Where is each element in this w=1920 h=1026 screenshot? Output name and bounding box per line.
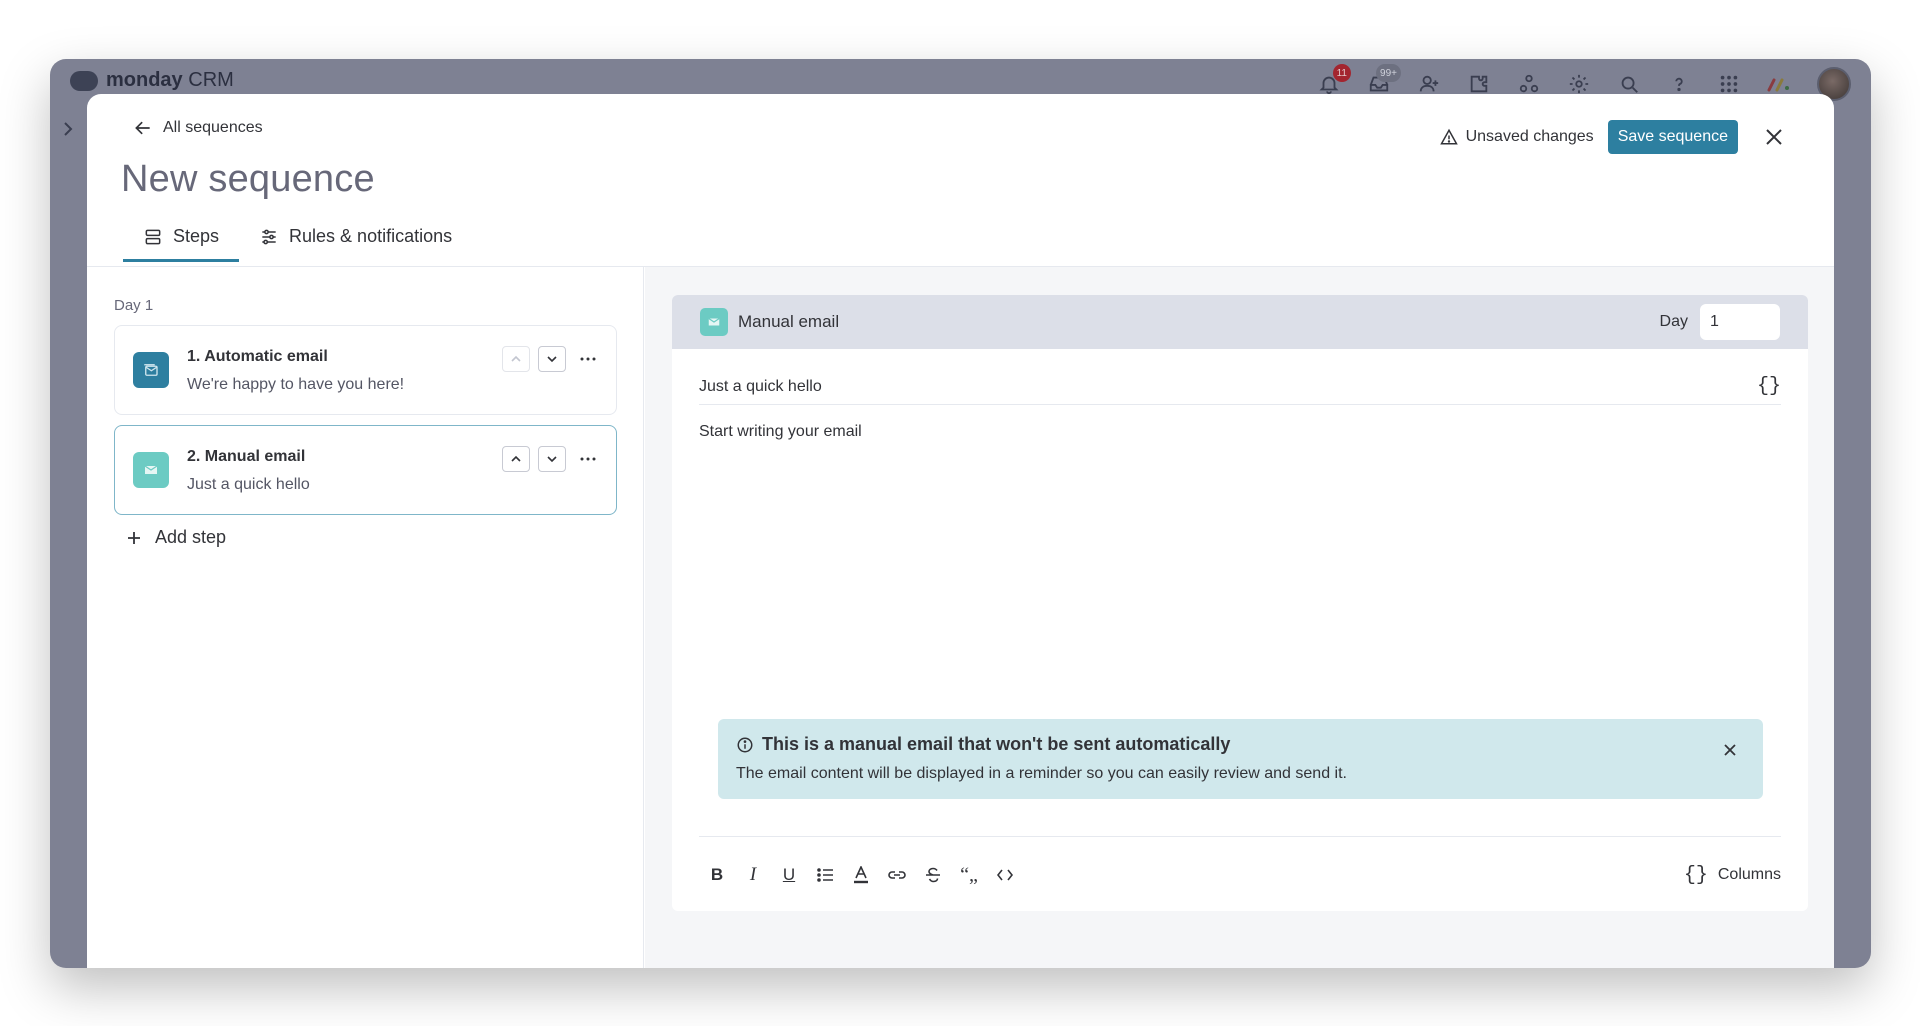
header-actions: Unsaved changes Save sequence bbox=[1439, 120, 1790, 154]
strikethrough-icon[interactable] bbox=[915, 859, 951, 891]
more-icon bbox=[580, 457, 596, 461]
apps-puzzle-icon[interactable] bbox=[1467, 72, 1491, 96]
email-editor: Manual email Day Just a quick hello {} S… bbox=[672, 295, 1808, 911]
italic-icon[interactable]: I bbox=[735, 859, 771, 891]
monday-logo-mark bbox=[70, 70, 98, 91]
editor-header: Manual email Day bbox=[672, 295, 1808, 349]
page-title: New sequence bbox=[121, 158, 375, 200]
columns-label: Columns bbox=[1717, 866, 1781, 883]
step-card-manual-email[interactable]: 2. Manual email Just a quick hello bbox=[114, 425, 617, 515]
close-icon bbox=[1766, 129, 1782, 145]
step-actions bbox=[502, 346, 602, 372]
chevron-up-icon bbox=[511, 455, 521, 462]
manual-email-icon bbox=[133, 452, 169, 488]
add-step-button[interactable]: Add step bbox=[127, 527, 226, 548]
subject-field[interactable]: Just a quick hello bbox=[699, 378, 822, 396]
close-icon bbox=[1724, 744, 1736, 756]
steps-panel: Day 1 1. Automatic email We're happy to … bbox=[87, 267, 644, 968]
sequence-modal: All sequences New sequence Unsaved chang… bbox=[87, 94, 1834, 968]
warning-icon bbox=[1439, 128, 1458, 145]
tab-rules-label: Rules & notifications bbox=[289, 226, 453, 246]
day-input[interactable] bbox=[1700, 304, 1780, 340]
tab-steps[interactable]: Steps bbox=[123, 216, 240, 262]
move-up-button[interactable] bbox=[502, 346, 530, 372]
move-down-button[interactable] bbox=[538, 446, 566, 472]
banner-close-button[interactable] bbox=[1721, 741, 1739, 759]
chevron-down-icon bbox=[547, 456, 557, 463]
toolbar-divider bbox=[699, 836, 1781, 837]
inbox-badge: 99+ bbox=[1376, 64, 1401, 82]
add-step-label: Add step bbox=[155, 527, 227, 547]
more-icon bbox=[580, 357, 596, 361]
apps-grid-icon[interactable] bbox=[1717, 72, 1741, 96]
underline-icon[interactable]: U bbox=[771, 859, 807, 891]
move-down-button[interactable] bbox=[538, 346, 566, 372]
back-link-label: All sequences bbox=[163, 119, 263, 136]
logo-word: monday bbox=[106, 69, 183, 91]
step-menu-button[interactable] bbox=[574, 346, 602, 372]
back-to-sequences-link[interactable]: All sequences bbox=[133, 118, 263, 138]
banner-body: The email content will be displayed in a… bbox=[736, 765, 1347, 782]
plus-icon bbox=[128, 531, 140, 544]
day-field: Day bbox=[1660, 304, 1780, 340]
list-icon bbox=[145, 229, 161, 244]
monday-logo[interactable]: monday CRM bbox=[70, 69, 234, 92]
code-icon[interactable] bbox=[987, 859, 1023, 891]
editor-title: Manual email bbox=[738, 312, 840, 331]
step-card-automatic-email[interactable]: 1. Automatic email We're happy to have y… bbox=[114, 325, 617, 415]
logo-product: CRM bbox=[188, 69, 234, 91]
insert-variable-icon[interactable]: {} bbox=[1757, 375, 1781, 398]
banner-title-text: This is a manual email that won't be sen… bbox=[762, 734, 1231, 754]
tabs: Steps Rules & notifications bbox=[123, 216, 472, 262]
integrations-icon[interactable] bbox=[1517, 72, 1541, 96]
insert-columns-button[interactable]: {} Columns bbox=[1684, 864, 1781, 887]
subject-row: Just a quick hello {} bbox=[699, 369, 1781, 405]
bullet-list-icon[interactable] bbox=[807, 859, 843, 891]
tab-rules-notifications[interactable]: Rules & notifications bbox=[239, 216, 472, 261]
settings-icon[interactable] bbox=[1567, 72, 1591, 96]
sliders-icon bbox=[262, 229, 276, 244]
notifications-badge: 11 bbox=[1332, 64, 1351, 82]
help-icon[interactable] bbox=[1667, 72, 1691, 96]
quote-icon[interactable]: “„ bbox=[951, 859, 987, 891]
automatic-email-icon bbox=[133, 352, 169, 388]
text-color-icon[interactable] bbox=[843, 859, 879, 891]
arrow-left-icon bbox=[135, 121, 150, 135]
step-title: 1. Automatic email bbox=[187, 348, 328, 365]
email-body-input[interactable]: Start writing your email bbox=[699, 423, 862, 441]
step-subtitle: Just a quick hello bbox=[187, 476, 310, 493]
invite-user-icon[interactable] bbox=[1417, 72, 1441, 96]
step-subtitle: We're happy to have you here! bbox=[187, 376, 405, 393]
formatting-toolbar: B I U “„ {} Columns bbox=[699, 857, 1781, 893]
search-icon[interactable] bbox=[1617, 72, 1641, 96]
editor-panel: Manual email Day Just a quick hello {} S… bbox=[645, 267, 1834, 968]
manual-email-icon bbox=[700, 308, 728, 336]
banner-title: This is a manual email that won't be sen… bbox=[736, 734, 1230, 755]
unsaved-label: Unsaved changes bbox=[1465, 128, 1594, 145]
step-title: 2. Manual email bbox=[187, 448, 306, 465]
info-icon bbox=[737, 737, 753, 752]
step-actions bbox=[502, 446, 602, 472]
bold-icon[interactable]: B bbox=[699, 859, 735, 891]
manual-email-info-banner: This is a manual email that won't be sen… bbox=[718, 719, 1763, 799]
monday-brand-icon bbox=[1767, 72, 1791, 96]
move-up-button[interactable] bbox=[502, 446, 530, 472]
logo-text: monday CRM bbox=[106, 69, 234, 92]
unsaved-status: Unsaved changes bbox=[1439, 128, 1594, 146]
day-field-label: Day bbox=[1659, 313, 1688, 330]
bell-icon[interactable]: 11 bbox=[1317, 64, 1351, 96]
save-sequence-button[interactable]: Save sequence bbox=[1607, 120, 1738, 154]
sidebar-expand-icon[interactable] bbox=[62, 121, 74, 142]
chevron-down-icon bbox=[547, 356, 557, 363]
step-menu-button[interactable] bbox=[574, 446, 602, 472]
close-modal-button[interactable] bbox=[1758, 121, 1790, 153]
tab-steps-label: Steps bbox=[173, 226, 220, 246]
link-icon[interactable] bbox=[879, 859, 915, 891]
day-group-label: Day 1 bbox=[114, 297, 154, 314]
inbox-icon[interactable]: 99+ bbox=[1367, 64, 1401, 96]
braces-icon: {} bbox=[1683, 863, 1708, 887]
chevron-up-icon bbox=[511, 355, 521, 362]
